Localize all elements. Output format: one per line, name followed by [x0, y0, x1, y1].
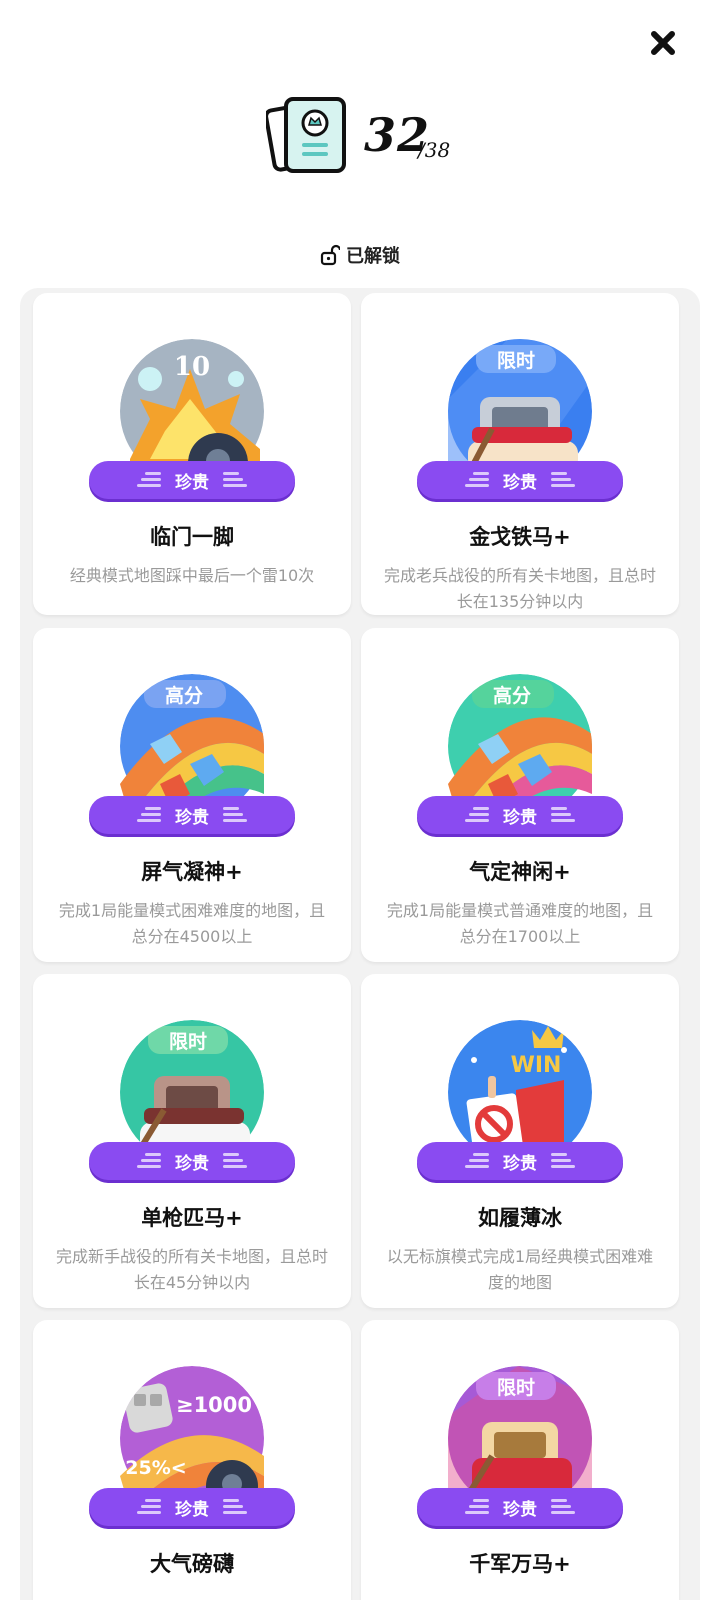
achievement-card[interactable]: 10 珍贵 临门一脚 经典模式地图踩中最后一个雷10次 [33, 293, 351, 615]
stripes-icon [223, 807, 247, 822]
rarity-tag: 珍贵 [89, 796, 295, 834]
badge-tag: 限时 [169, 1031, 207, 1053]
badge-tag: 限时 [497, 1377, 535, 1399]
achievement-title: 气定神闲+ [469, 860, 571, 884]
knight-helmet-icon: 限时 [120, 1020, 264, 1142]
rainbow-blocks-icon: 高分 [120, 674, 264, 796]
stripes-icon [137, 1499, 161, 1514]
achievement-badge: 高分 [448, 674, 592, 796]
badge-tag: 高分 [165, 684, 203, 707]
achievement-panel: 10 珍贵 临门一脚 经典模式地图踩中最后一个雷10次 限时 珍贵 金戈铁马+ … [20, 288, 700, 1600]
achievement-badge: 高分 [120, 674, 264, 796]
stripes-icon [551, 1499, 575, 1514]
achievement-title: 千军万马+ [469, 1552, 571, 1576]
rarity-tag: 珍贵 [417, 1488, 623, 1526]
unlock-filter[interactable]: 已解锁 [0, 242, 720, 272]
achievement-title: 金戈铁马+ [469, 525, 571, 549]
stripes-icon [465, 1499, 489, 1514]
badge-tag: 高分 [493, 684, 531, 707]
achievement-card[interactable]: 限时 珍贵 单枪匹马+ 完成新手战役的所有关卡地图，且总时长在45分钟以内 [33, 974, 351, 1308]
close-button[interactable] [646, 26, 680, 60]
badge-tag: ≥1000 [176, 1393, 252, 1417]
rarity-tag: 珍贵 [89, 461, 295, 499]
achievement-title: 临门一脚 [150, 525, 234, 549]
stripes-icon [137, 1153, 161, 1168]
achievement-desc: 以无标旗模式完成1局经典模式困难难度的地图 [386, 1247, 654, 1292]
cards-icon [266, 97, 346, 173]
achievement-badge: 限时 [448, 1366, 592, 1488]
achievement-desc: 完成老兵战役的所有关卡地图，且总时长在135分钟以内 [383, 566, 656, 611]
mine-explosion-icon: 10 [120, 339, 264, 461]
achievement-card[interactable]: 高分 珍贵 屏气凝神+ 完成1局能量模式困难难度的地图，且总分在4500以上 [33, 628, 351, 962]
rarity-tag: 珍贵 [417, 1142, 623, 1180]
badge-tag: 限时 [497, 350, 535, 372]
achievement-title: 单枪匹马+ [141, 1206, 243, 1230]
rarity-tag: 珍贵 [417, 461, 623, 499]
stripes-icon [465, 807, 489, 822]
achievement-badge: 限时 [120, 1020, 264, 1142]
achievement-title: 屏气凝神+ [141, 860, 243, 884]
achievement-title: 如履薄冰 [478, 1206, 562, 1230]
achievement-desc: 完成1局能量模式困难难度的地图，且总分在4500以上 [58, 901, 326, 946]
badge-tag: 10 [174, 352, 210, 382]
close-icon [651, 31, 675, 55]
stripes-icon [551, 807, 575, 822]
achievement-badge: ≥1000 25%< [120, 1366, 264, 1488]
stripes-icon [223, 1153, 247, 1168]
achievement-title: 大气磅礴 [150, 1552, 234, 1576]
stripes-icon [551, 1153, 575, 1168]
mine-score-icon: ≥1000 25%< [120, 1366, 264, 1488]
no-flag-win-icon: WIN [448, 1020, 592, 1142]
achievement-card[interactable]: 限时 珍贵 金戈铁马+ 完成老兵战役的所有关卡地图，且总时长在135分钟以内 [361, 293, 679, 615]
achievement-desc: 完成1局能量模式普通难度的地图，且总分在1700以上 [386, 901, 654, 946]
badge-tag: WIN [511, 1053, 562, 1078]
achievement-desc: 完成新手战役的所有关卡地图，且总时长在45分钟以内 [55, 1247, 328, 1292]
stripes-icon [137, 807, 161, 822]
achievement-badge: 10 [120, 339, 264, 461]
knight-helmet-icon: 限时 [448, 339, 592, 461]
stripes-icon [465, 472, 489, 487]
achievement-card[interactable]: WIN 珍贵 如履薄冰 以无标旗模式完成1局经典模式困难难度的地图 [361, 974, 679, 1308]
stripes-icon [465, 1153, 489, 1168]
achievement-desc: 经典模式地图踩中最后一个雷10次 [69, 566, 315, 585]
rarity-tag: 珍贵 [89, 1142, 295, 1180]
stripes-icon [223, 1499, 247, 1514]
rarity-tag: 珍贵 [89, 1488, 295, 1526]
unlock-filter-label: 已解锁 [346, 246, 400, 267]
achievement-badge: 限时 [448, 339, 592, 461]
rainbow-blocks-icon: 高分 [448, 674, 592, 796]
achievement-card[interactable]: 高分 珍贵 气定神闲+ 完成1局能量模式普通难度的地图，且总分在1700以上 [361, 628, 679, 962]
stripes-icon [223, 472, 247, 487]
badge-tag-secondary: 25%< [125, 1457, 186, 1479]
unlock-icon [320, 244, 340, 266]
total-count: /38 [418, 138, 451, 162]
knight-helmet-icon: 限时 [448, 1366, 592, 1488]
stripes-icon [137, 472, 161, 487]
rarity-tag: 珍贵 [417, 796, 623, 834]
achievement-badge: WIN [448, 1020, 592, 1142]
achievement-card[interactable]: ≥1000 25%< 珍贵 大气磅礴 [33, 1320, 351, 1600]
stripes-icon [551, 472, 575, 487]
achievement-card[interactable]: 限时 珍贵 千军万马+ [361, 1320, 679, 1600]
collection-counter: 32 /38 [0, 90, 720, 180]
